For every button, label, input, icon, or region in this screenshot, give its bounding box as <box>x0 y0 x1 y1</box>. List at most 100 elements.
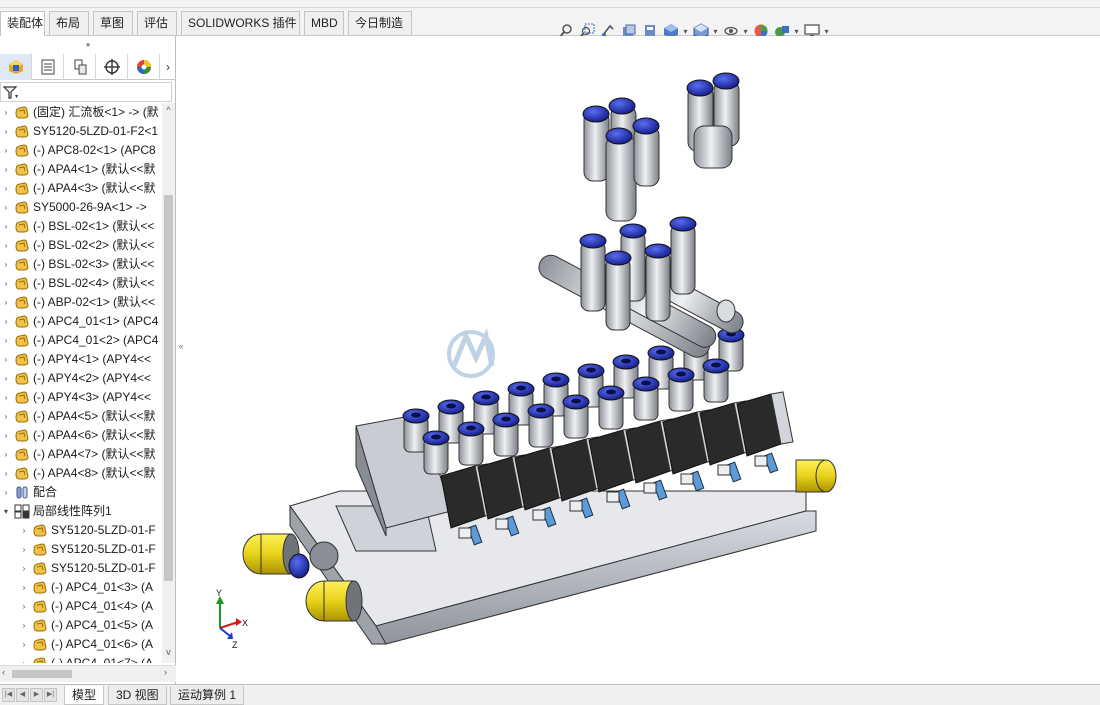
expand-down-icon[interactable]: ▾ <box>1 502 11 521</box>
tree-item[interactable]: › (-) BSL-02<4> (默认<< <box>0 274 162 293</box>
tab-3d-view[interactable]: 3D 视图 <box>108 686 167 705</box>
tree-item[interactable]: › (-) APC4_01<1> (APC4 <box>0 312 162 331</box>
next-tab-icon[interactable]: ▶ <box>30 688 43 702</box>
tree-item[interactable]: › (-) BSL-02<3> (默认<< <box>0 255 162 274</box>
view-settings-dropdown-icon[interactable]: ▾ <box>823 27 830 36</box>
hscroll-thumb[interactable] <box>12 670 72 678</box>
expand-right-icon[interactable]: › <box>1 103 11 122</box>
previous-tab-icon[interactable]: ◀ <box>16 688 29 702</box>
tree-item[interactable]: ▾ 局部线性阵列1 <box>0 502 162 521</box>
expand-right-icon[interactable]: › <box>1 312 11 331</box>
tree-item[interactable]: › SY5000-26-9A<1> -> <box>0 198 162 217</box>
expand-right-icon[interactable]: › <box>1 217 11 236</box>
tree-child-item[interactable]: › (-) APC4_01<3> (A <box>0 578 162 597</box>
panel-splitter[interactable]: « <box>176 36 186 684</box>
tab-solidworks-addins[interactable]: SOLIDWORKS 插件 <box>181 11 300 35</box>
tree-item[interactable]: › (-) APY4<2> (APY4<< <box>0 369 162 388</box>
collapse-panel-icon[interactable]: « <box>177 341 185 357</box>
expand-right-icon[interactable]: › <box>1 331 11 350</box>
expand-right-icon[interactable]: › <box>1 407 11 426</box>
tree-item[interactable]: › 配合 <box>0 483 162 502</box>
view-orientation-dropdown-icon[interactable]: ▾ <box>682 27 689 36</box>
configurationmanager-tab[interactable] <box>64 54 96 80</box>
graphics-area[interactable]: Y X Z <box>186 36 1100 684</box>
scroll-left-icon[interactable]: ‹ <box>2 667 5 677</box>
hide-show-dropdown-icon[interactable]: ▾ <box>742 27 749 36</box>
push-in-fitting <box>702 358 730 403</box>
expand-right-icon[interactable]: › <box>19 559 29 578</box>
tree-item[interactable]: › (-) APC4_01<2> (APC4 <box>0 331 162 350</box>
tab-assembly[interactable]: 装配体 <box>0 11 45 36</box>
tree-item[interactable]: › (-) ABP-02<1> (默认<< <box>0 293 162 312</box>
expand-right-icon[interactable]: › <box>1 236 11 255</box>
tree-item[interactable]: › (固定) 汇流板<1> -> (默 <box>0 103 162 122</box>
expand-right-icon[interactable]: › <box>19 578 29 597</box>
tree-item[interactable]: › SY5120-5LZD-01-F2<1 <box>0 122 162 141</box>
tree-item[interactable]: › (-) BSL-02<2> (默认<< <box>0 236 162 255</box>
tree-child-item[interactable]: › (-) APC4_01<6> (A <box>0 635 162 654</box>
tab-evaluate[interactable]: 评估 <box>137 11 177 35</box>
dimxpertmanager-tab[interactable] <box>96 54 128 80</box>
tree-child-item[interactable]: › SY5120-5LZD-01-F <box>0 559 162 578</box>
expand-right-icon[interactable]: › <box>1 445 11 464</box>
expand-right-icon[interactable]: › <box>1 350 11 369</box>
featuremanager-tab[interactable] <box>0 54 32 80</box>
tab-mbd[interactable]: MBD <box>304 11 344 35</box>
tree-filter[interactable]: ▾ <box>0 82 172 102</box>
displaymanager-tab[interactable] <box>128 54 160 80</box>
expand-right-icon[interactable]: › <box>1 369 11 388</box>
tree-horizontal-scrollbar[interactable]: ‹ › <box>0 665 176 682</box>
push-in-fitting <box>562 394 590 439</box>
expand-right-icon[interactable]: › <box>1 179 11 198</box>
scroll-right-icon[interactable]: › <box>164 667 167 677</box>
display-style-dropdown-icon[interactable]: ▾ <box>712 27 719 36</box>
tree-vertical-scrollbar[interactable]: ^ v <box>162 103 175 663</box>
expand-right-icon[interactable]: › <box>1 255 11 274</box>
panel-tabs-more-arrow[interactable]: › <box>160 54 176 80</box>
tab-motion-study-1[interactable]: 运动算例 1 <box>170 686 245 705</box>
tree-item[interactable]: › (-) APA4<8> (默认<<默 <box>0 464 162 483</box>
expand-right-icon[interactable]: › <box>1 274 11 293</box>
tree-item[interactable]: › (-) APA4<5> (默认<<默 <box>0 407 162 426</box>
tab-today-manufacturing[interactable]: 今日制造 <box>348 11 412 35</box>
scroll-up-icon[interactable]: ^ <box>162 105 175 115</box>
tree-item[interactable]: › (-) BSL-02<1> (默认<< <box>0 217 162 236</box>
tree-child-item[interactable]: › SY5120-5LZD-01-F <box>0 521 162 540</box>
first-tab-icon[interactable]: |◀ <box>2 688 15 702</box>
expand-right-icon[interactable]: › <box>19 521 29 540</box>
expand-right-icon[interactable]: › <box>19 616 29 635</box>
tree-item[interactable]: › (-) APA4<6> (默认<<默 <box>0 426 162 445</box>
expand-right-icon[interactable]: › <box>1 483 11 502</box>
expand-right-icon[interactable]: › <box>1 293 11 312</box>
expand-right-icon[interactable]: › <box>19 540 29 559</box>
tab-layout[interactable]: 布局 <box>49 11 89 35</box>
expand-right-icon[interactable]: › <box>1 141 11 160</box>
expand-right-icon[interactable]: › <box>1 388 11 407</box>
scroll-down-icon[interactable]: v <box>162 647 175 657</box>
expand-right-icon[interactable]: › <box>1 122 11 141</box>
expand-right-icon[interactable]: › <box>1 426 11 445</box>
expand-right-icon[interactable]: › <box>1 198 11 217</box>
expand-right-icon[interactable]: › <box>1 160 11 179</box>
propertymanager-tab[interactable] <box>32 54 64 80</box>
tree-item[interactable]: › (-) APC8-02<1> (APC8 <box>0 141 162 160</box>
tree-child-item[interactable]: › SY5120-5LZD-01-F <box>0 540 162 559</box>
tree-item[interactable]: › (-) APA4<1> (默认<<默 <box>0 160 162 179</box>
expand-right-icon[interactable]: › <box>19 635 29 654</box>
tree-item[interactable]: › (-) APA4<7> (默认<<默 <box>0 445 162 464</box>
tree-item[interactable]: › (-) APA4<3> (默认<<默 <box>0 179 162 198</box>
apply-scene-dropdown-icon[interactable]: ▾ <box>793 27 800 36</box>
tab-model[interactable]: 模型 <box>64 686 105 705</box>
tree-child-item[interactable]: › (-) APC4_01<7> (A <box>0 654 162 663</box>
expand-right-icon[interactable]: › <box>1 464 11 483</box>
tree-child-item[interactable]: › (-) APC4_01<4> (A <box>0 597 162 616</box>
tree-item[interactable]: › (-) APY4<1> (APY4<< <box>0 350 162 369</box>
tree-child-item[interactable]: › (-) APC4_01<5> (A <box>0 616 162 635</box>
tab-sketch[interactable]: 草图 <box>93 11 133 35</box>
panel-grip-icon[interactable]: ● <box>0 36 176 54</box>
tree-item[interactable]: › (-) APY4<3> (APY4<< <box>0 388 162 407</box>
scroll-thumb[interactable] <box>164 195 173 581</box>
last-tab-icon[interactable]: ▶| <box>44 688 57 702</box>
expand-right-icon[interactable]: › <box>19 597 29 616</box>
expand-right-icon[interactable]: › <box>19 654 29 663</box>
